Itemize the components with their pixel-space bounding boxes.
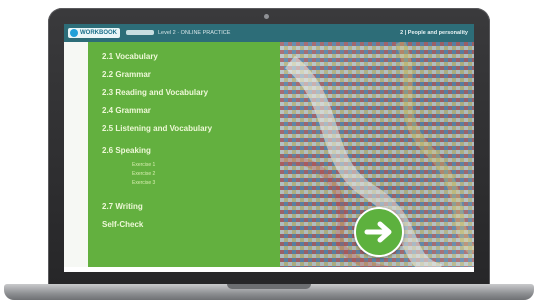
menu-item-listening-vocabulary[interactable]: 2.5 Listening and Vocabulary [102,124,212,133]
top-bar: WORKBOOK Level 2 · ONLINE PRACTICE 2 | P… [64,24,474,42]
logo-icon [70,29,78,37]
menu-item-vocabulary[interactable]: 2.1 Vocabulary [102,52,158,61]
unit-title: 2 | People and personality [400,30,468,36]
menu-item-reading-vocabulary[interactable]: 2.3 Reading and Vocabulary [102,88,208,97]
menu-item-grammar-2[interactable]: 2.4 Grammar [102,106,151,115]
arrow-right-icon [364,221,392,243]
menu-item-grammar[interactable]: 2.2 Grammar [102,70,151,79]
next-button[interactable] [354,207,404,257]
laptop-frame: WORKBOOK Level 2 · ONLINE PRACTICE 2 | P… [48,8,490,288]
level-badge [126,30,154,35]
laptop-base [4,284,534,300]
menu-item-writing[interactable]: 2.7 Writing [102,202,143,211]
logo-text: WORKBOOK [80,30,117,36]
speaking-exercise-1[interactable]: Exercise 1 [132,162,155,168]
level-label: Level 2 · ONLINE PRACTICE [158,30,231,36]
section-menu: 2.1 Vocabulary 2.2 Grammar 2.3 Reading a… [88,42,280,272]
speaking-exercise-2[interactable]: Exercise 2 [132,171,155,177]
menu-item-self-check[interactable]: Self-Check [102,220,143,229]
app-logo[interactable]: WORKBOOK [68,28,120,38]
camera-dot [264,14,269,19]
menu-item-speaking[interactable]: 2.6 Speaking [102,146,151,155]
screen-bottom-edge [64,267,474,272]
speaking-exercise-3[interactable]: Exercise 3 [132,180,155,186]
app-screen: WORKBOOK Level 2 · ONLINE PRACTICE 2 | P… [64,24,474,272]
laptop-notch [227,284,311,289]
